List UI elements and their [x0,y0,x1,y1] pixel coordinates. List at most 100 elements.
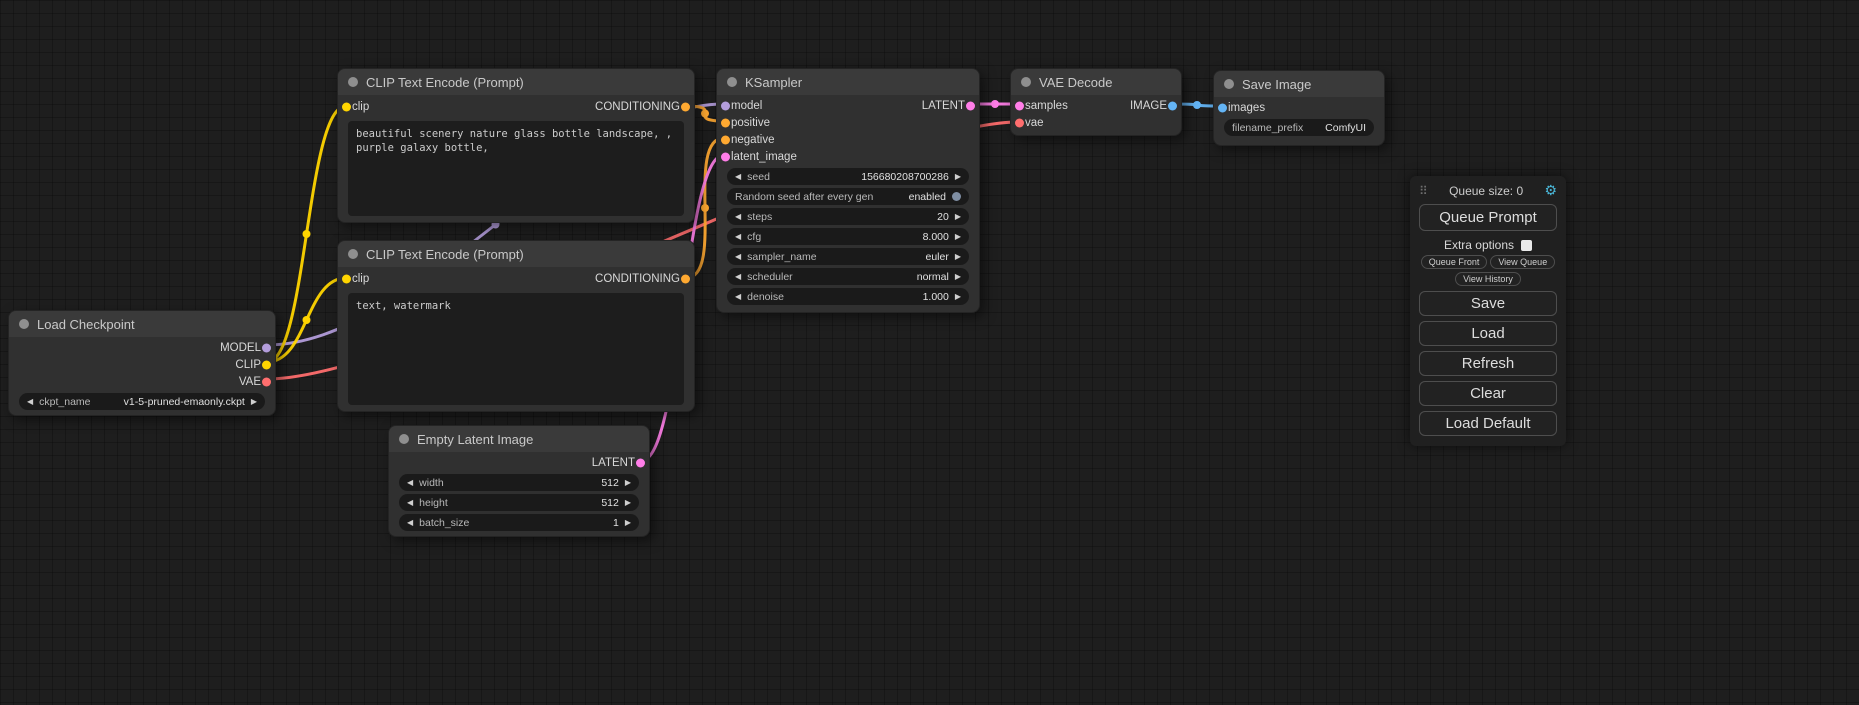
increment-arrow-icon[interactable]: ▶ [625,518,631,527]
node-title-bar[interactable]: Empty Latent Image [389,426,649,452]
output-row-model: MODEL [9,339,275,356]
queue-front-button[interactable]: Queue Front [1421,255,1488,269]
output-slot-latent[interactable] [966,101,975,110]
input-slot-clip[interactable] [342,275,351,284]
node-ksampler[interactable]: KSampler model LATENT positive negative … [716,68,980,313]
input-slot-clip[interactable] [342,103,351,112]
decrement-arrow-icon[interactable]: ◀ [735,252,741,261]
workflow-canvas[interactable]: Load Checkpoint MODEL CLIP VAE ◀ ckpt_na… [0,0,1859,705]
node-title-bar[interactable]: CLIP Text Encode (Prompt) [338,69,694,95]
queue-prompt-button[interactable]: Queue Prompt [1419,204,1557,231]
input-slot-vae[interactable] [1015,118,1024,127]
widget-label: steps [747,211,772,223]
output-slot-latent[interactable] [636,458,645,467]
increment-arrow-icon[interactable]: ▶ [955,292,961,301]
collapse-dot-icon[interactable] [1021,77,1031,87]
node-empty-latent-image[interactable]: Empty Latent Image LATENT ◀ width 512 ▶ … [388,425,650,537]
load-default-button[interactable]: Load Default [1419,411,1557,436]
decrement-arrow-icon[interactable]: ◀ [27,397,33,406]
extra-options-checkbox[interactable] [1521,240,1532,251]
collapse-dot-icon[interactable] [399,434,409,444]
increment-arrow-icon[interactable]: ▶ [625,478,631,487]
scheduler-widget[interactable]: ◀ scheduler normal ▶ [727,268,969,285]
node-title-bar[interactable]: CLIP Text Encode (Prompt) [338,241,694,267]
view-queue-button[interactable]: View Queue [1490,255,1555,269]
collapse-dot-icon[interactable] [1224,79,1234,89]
decrement-arrow-icon[interactable]: ◀ [735,172,741,181]
decrement-arrow-icon[interactable]: ◀ [735,272,741,281]
input-slot-latent-image[interactable] [721,152,730,161]
output-slot-vae[interactable] [262,377,271,386]
refresh-button[interactable]: Refresh [1419,351,1557,376]
decrement-arrow-icon[interactable]: ◀ [407,478,413,487]
cfg-widget[interactable]: ◀ cfg 8.000 ▶ [727,228,969,245]
increment-arrow-icon[interactable]: ▶ [955,272,961,281]
collapse-dot-icon[interactable] [348,77,358,87]
steps-widget[interactable]: ◀ steps 20 ▶ [727,208,969,225]
input-slot-negative[interactable] [721,135,730,144]
random-seed-toggle-widget[interactable]: Random seed after every gen enabled [727,188,969,205]
denoise-widget[interactable]: ◀ denoise 1.000 ▶ [727,288,969,305]
ckpt-name-widget[interactable]: ◀ ckpt_name v1-5-pruned-emaonly.ckpt ▶ [19,393,265,410]
node-title-bar[interactable]: Save Image [1214,71,1384,97]
node-title-bar[interactable]: VAE Decode [1011,69,1181,95]
node-title-bar[interactable]: Load Checkpoint [9,311,275,337]
output-slot-conditioning[interactable] [681,103,690,112]
node-title: Save Image [1242,77,1311,92]
link-midpoint-dot-clip-to-negative[interactable] [302,316,310,324]
output-slot-image[interactable] [1168,101,1177,110]
collapse-dot-icon[interactable] [348,249,358,259]
output-slot-clip[interactable] [262,360,271,369]
widget-value: 512 [450,477,619,489]
decrement-arrow-icon[interactable]: ◀ [407,498,413,507]
decrement-arrow-icon[interactable]: ◀ [735,232,741,241]
seed-widget[interactable]: ◀ seed 156680208700286 ▶ [727,168,969,185]
input-slot-model[interactable] [721,101,730,110]
filename-prefix-widget[interactable]: filename_prefix ComfyUI [1224,119,1374,136]
link-midpoint-dot-conditioning-positive[interactable] [701,110,709,118]
output-slot-model[interactable] [262,343,271,352]
decrement-arrow-icon[interactable]: ◀ [735,292,741,301]
increment-arrow-icon[interactable]: ▶ [955,232,961,241]
input-slot-images[interactable] [1218,103,1227,112]
node-title: CLIP Text Encode (Prompt) [366,75,524,90]
collapse-dot-icon[interactable] [727,77,737,87]
output-label-latent: LATENT [592,457,635,469]
load-button[interactable]: Load [1419,321,1557,346]
view-history-button[interactable]: View History [1455,272,1521,286]
node-clip-text-encode-positive[interactable]: CLIP Text Encode (Prompt) clip CONDITION… [337,68,695,223]
node-vae-decode[interactable]: VAE Decode samples IMAGE vae [1010,68,1182,136]
settings-gear-icon[interactable]: ⚙ [1544,182,1557,199]
save-button[interactable]: Save [1419,291,1557,316]
node-load-checkpoint[interactable]: Load Checkpoint MODEL CLIP VAE ◀ ckpt_na… [8,310,276,416]
input-label-clip: clip [352,101,369,113]
height-widget[interactable]: ◀ height 512 ▶ [399,494,639,511]
increment-arrow-icon[interactable]: ▶ [955,172,961,181]
input-slot-positive[interactable] [721,118,730,127]
link-midpoint-dot-conditioning-negative[interactable] [701,204,709,212]
link-midpoint-dot-samples[interactable] [991,100,999,108]
node-title-bar[interactable]: KSampler [717,69,979,95]
prompt-text-area[interactable]: beautiful scenery nature glass bottle la… [348,121,684,216]
width-widget[interactable]: ◀ width 512 ▶ [399,474,639,491]
input-slot-samples[interactable] [1015,101,1024,110]
output-row-vae: VAE [9,373,275,390]
decrement-arrow-icon[interactable]: ◀ [735,212,741,221]
node-clip-text-encode-negative[interactable]: CLIP Text Encode (Prompt) clip CONDITION… [337,240,695,412]
sampler-name-widget[interactable]: ◀ sampler_name euler ▶ [727,248,969,265]
link-midpoint-dot-clip-to-positive[interactable] [303,230,311,238]
increment-arrow-icon[interactable]: ▶ [955,212,961,221]
increment-arrow-icon[interactable]: ▶ [955,252,961,261]
link-midpoint-dot-image[interactable] [1193,101,1201,109]
node-save-image[interactable]: Save Image images filename_prefix ComfyU… [1213,70,1385,146]
batch-size-widget[interactable]: ◀ batch_size 1 ▶ [399,514,639,531]
collapse-dot-icon[interactable] [19,319,29,329]
prompt-text-area[interactable]: text, watermark [348,293,684,405]
decrement-arrow-icon[interactable]: ◀ [407,518,413,527]
increment-arrow-icon[interactable]: ▶ [625,498,631,507]
output-slot-conditioning[interactable] [681,275,690,284]
toggle-indicator-icon[interactable] [952,192,961,201]
increment-arrow-icon[interactable]: ▶ [251,397,257,406]
drag-handle-icon[interactable]: ⠿ [1419,184,1428,198]
clear-button[interactable]: Clear [1419,381,1557,406]
